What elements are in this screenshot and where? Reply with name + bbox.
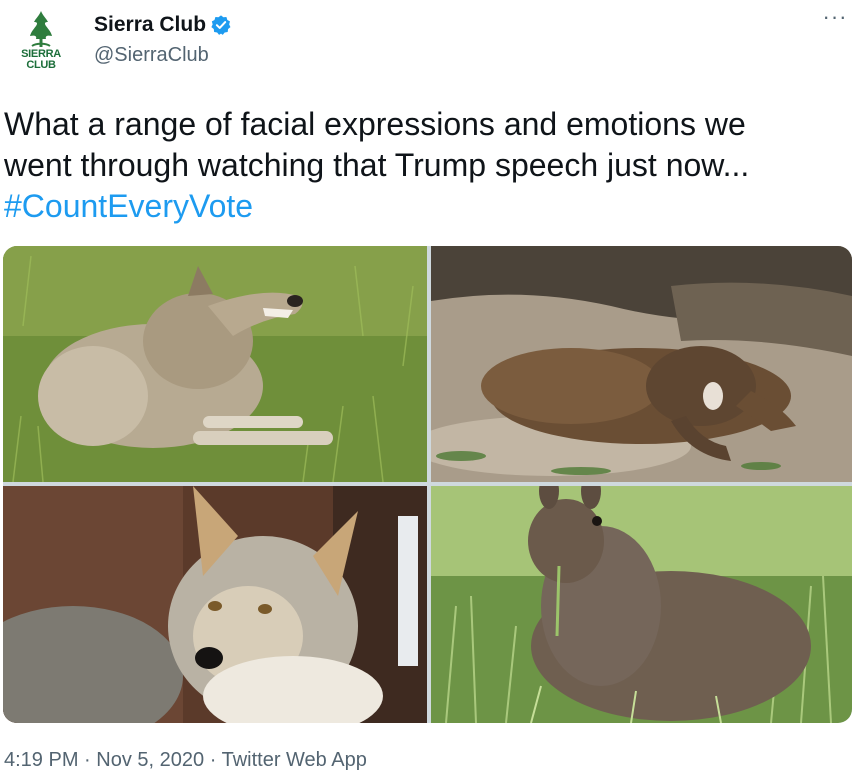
media-grid — [3, 246, 852, 723]
verified-badge-icon — [211, 15, 231, 35]
avatar[interactable]: SIERRA CLUB — [10, 8, 72, 78]
wolf-snarling-photo[interactable] — [3, 246, 427, 482]
hare-eating-grass-photo[interactable] — [431, 486, 852, 723]
display-name[interactable]: Sierra Club — [94, 13, 232, 37]
meta-separator: · — [84, 749, 91, 771]
avatar-logo-text: SIERRA CLUB — [21, 48, 61, 71]
user-handle[interactable]: @SierraClub — [94, 44, 209, 67]
meta-separator: · — [209, 749, 217, 771]
tweet-timestamp-date[interactable]: Nov 5, 2020 — [96, 749, 204, 771]
coyote-portrait-photo[interactable] — [3, 486, 427, 723]
display-name-text[interactable]: Sierra Club — [94, 13, 206, 37]
tweet-source-link[interactable]: Twitter Web App — [222, 749, 367, 771]
marmot-yawning-photo[interactable] — [431, 246, 852, 482]
more-options-icon[interactable]: ··· — [820, 6, 850, 34]
tweet-metadata: 4:19 PM · Nov 5, 2020 · Twitter Web App — [4, 749, 367, 772]
tweet-timestamp-time[interactable]: 4:19 PM — [4, 749, 78, 771]
tweet-body: What a range of facial expressions and e… — [4, 104, 854, 227]
sierra-club-tree-logo-icon — [30, 11, 52, 47]
tweet-header: SIERRA CLUB Sierra Club @SierraClub ··· — [0, 0, 860, 90]
tweet-text-line: went through watching that Trump speech … — [4, 147, 750, 183]
hashtag-link[interactable]: #CountEveryVote — [4, 186, 854, 227]
tweet-text-line: What a range of facial expressions and e… — [4, 106, 746, 142]
